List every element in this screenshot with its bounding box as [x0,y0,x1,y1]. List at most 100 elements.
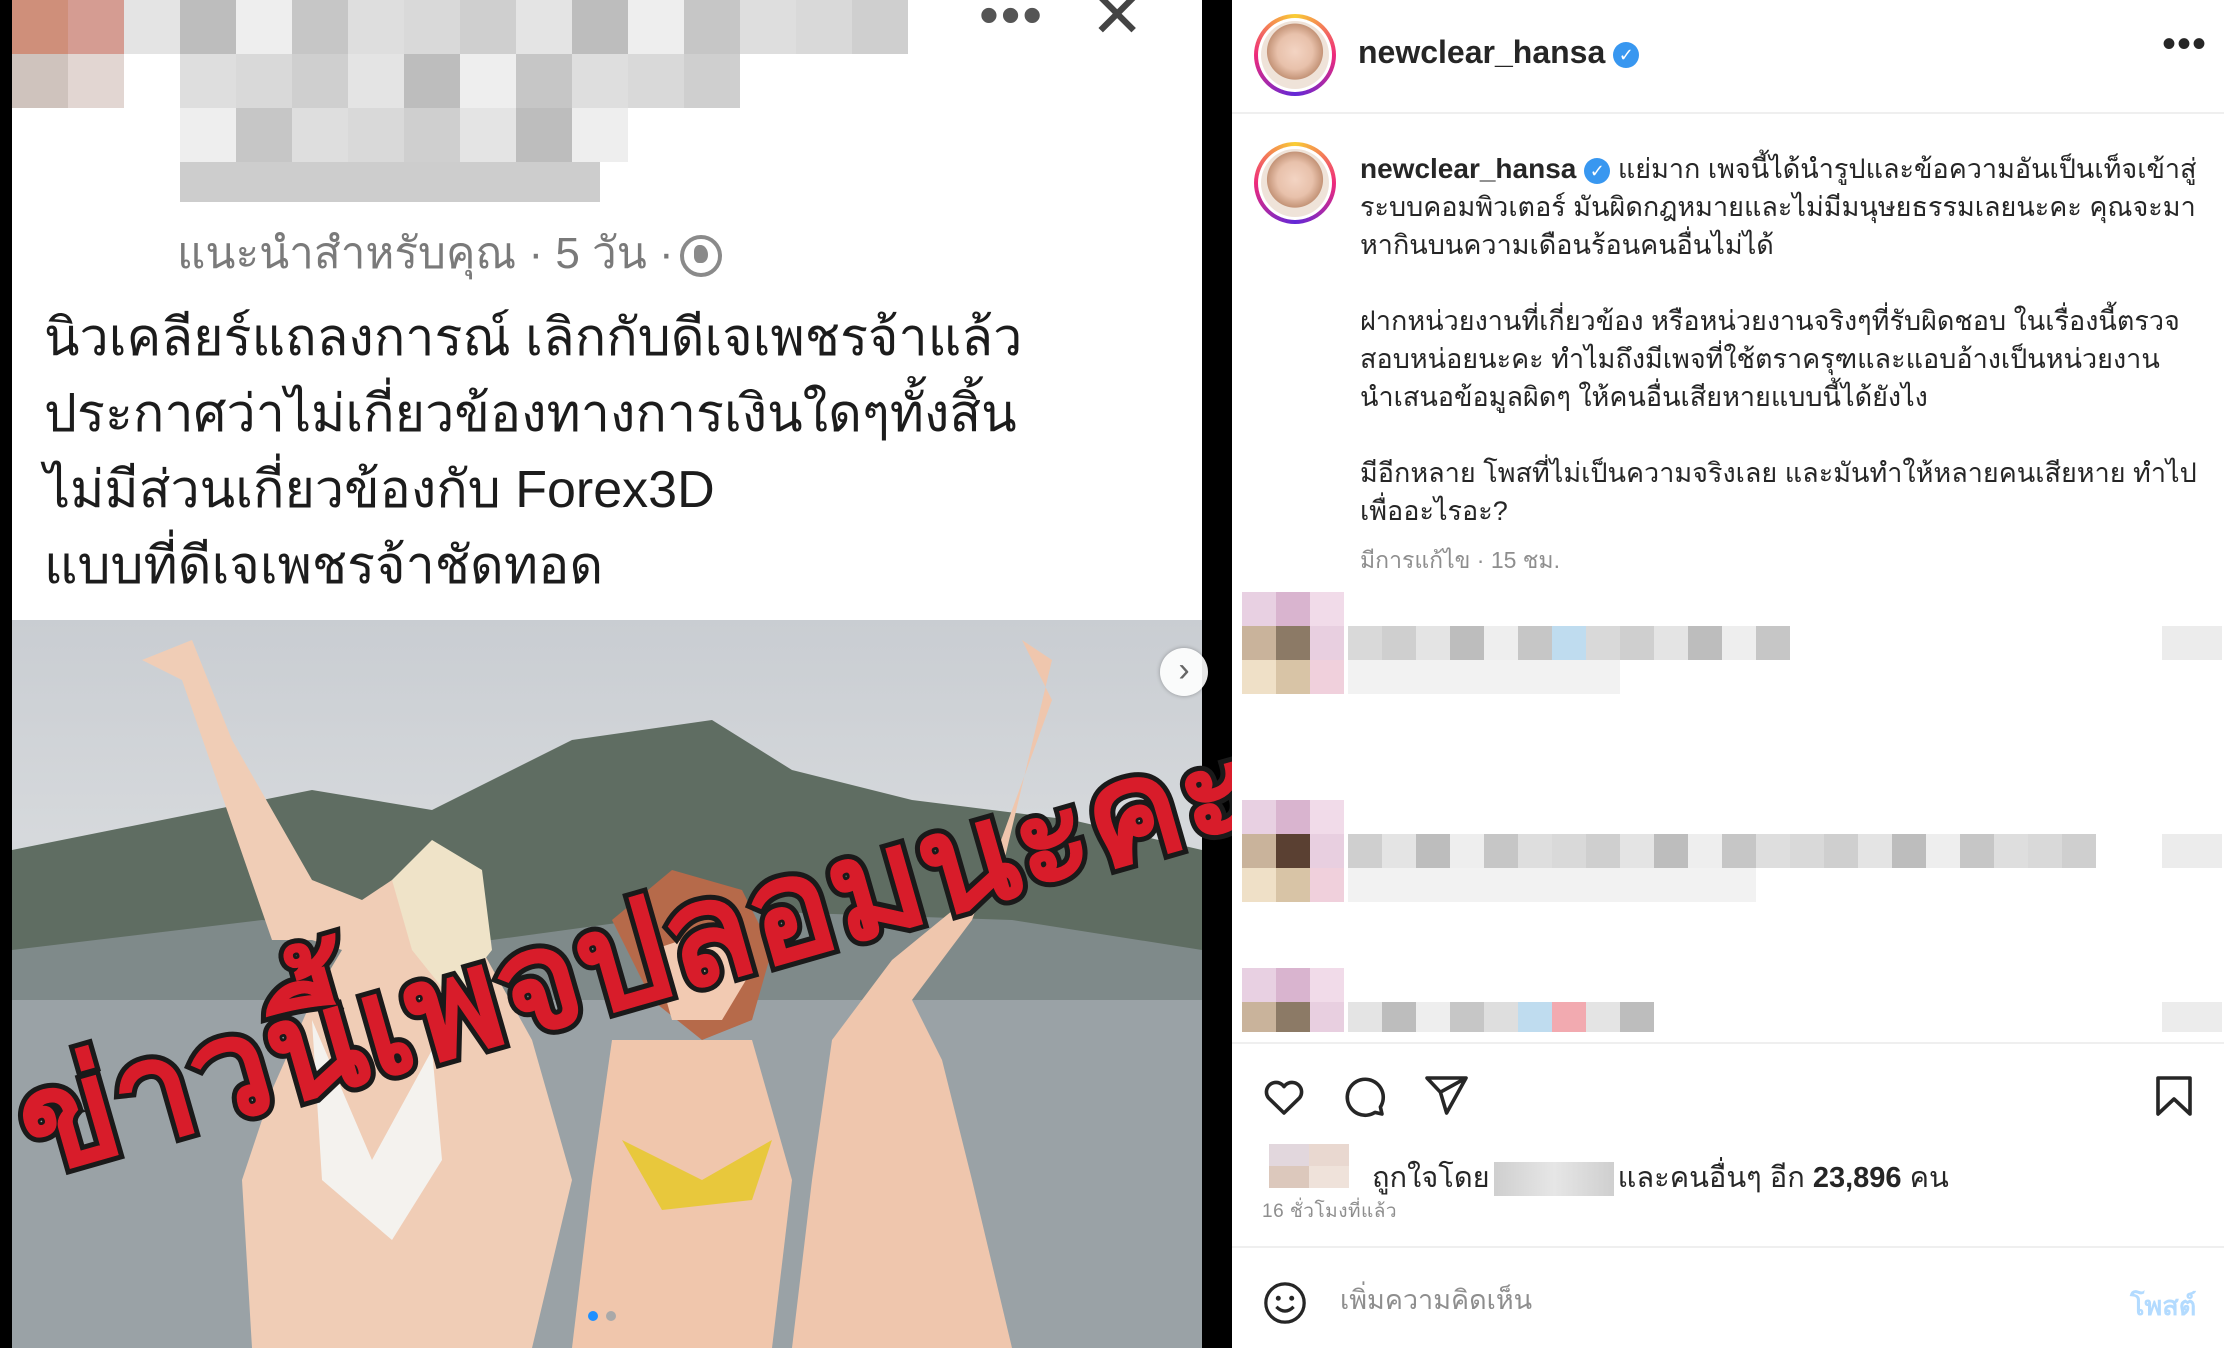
pixel-block [1450,626,1484,660]
pixel-block [1518,660,1552,694]
likes-prefix: ถูกใจโดย [1372,1162,1490,1194]
pixel-block [1688,626,1722,660]
pixel-block [684,54,740,108]
pixel-block [404,54,460,108]
pixel-block [1310,1002,1344,1032]
author-avatar[interactable] [1254,14,1336,96]
pixel-block [1824,834,1858,868]
pixel-block [1586,1002,1620,1032]
pixel-block [1756,626,1790,660]
carousel-dot-active [588,1311,598,1321]
pixel-block [1269,1144,1309,1166]
headline-line: ไม่มีส่วนเกี่ยวข้องกับ Forex3D [44,461,715,519]
pixel-block [628,54,684,108]
pixel-block [12,0,68,54]
pixel-block [1552,660,1586,694]
author-username-text[interactable]: newclear_hansa [1358,34,1605,70]
pixel-block [1276,800,1310,834]
headline-line: ประกาศว่าไม่เกี่ยวข้องทางการเงินใดๆทั้งส… [44,385,1017,443]
pixel-block [1586,660,1620,694]
pixel-block [1926,834,1960,868]
pixel-block [1416,834,1450,868]
pixel-block [348,54,404,108]
pixel-block [236,108,292,162]
author-username[interactable]: newclear_hansa ✓ [1358,34,1640,71]
likes-middle: และคนอื่นๆ อีก [1617,1162,1805,1194]
carousel-next-button[interactable]: › [1160,648,1208,696]
pixel-block [1382,1002,1416,1032]
post-comment-button[interactable]: โพสต์ [2130,1284,2196,1327]
comment-input[interactable] [1340,1278,2040,1322]
post-sidebar: newclear_hansa ✓ ••• newclear_hansa ✓ แย่ม… [1232,0,2224,1348]
pixel-block [628,0,684,54]
pixel-block [460,108,516,162]
pixel-block [572,108,628,162]
pixel-block [404,0,460,54]
pixel-block [460,0,516,54]
blurred-comments [1242,592,2222,1032]
heart-icon[interactable] [1260,1072,1308,1120]
pixel-block [684,0,740,54]
pixel-block [1242,1002,1276,1032]
pixel-block [1484,660,1518,694]
likes-summary[interactable]: ถูกใจโดย และคนอื่นๆ อีก 23,896 คน [1372,1154,1949,1200]
pixel-block [1382,868,1416,902]
pixel-block [1416,1002,1450,1032]
pixel-block [292,54,348,108]
pixel-block [1722,868,1756,902]
pixel-block [1348,660,1382,694]
bookmark-icon[interactable] [2150,1072,2198,1120]
pixel-block [1484,834,1518,868]
pixel-block [2028,834,2062,868]
pixel-block [1450,834,1484,868]
pixel-block [1620,834,1654,868]
post-meta: แนะนำสำหรับคุณ · 5 วัน · [177,218,722,288]
pixel-block [1620,626,1654,660]
pixel-block [1348,834,1382,868]
pixel-block [460,54,516,108]
pixel-block [1276,968,1310,1002]
comment-icon[interactable] [1340,1072,1388,1120]
caption-username[interactable]: newclear_hansa [1360,153,1576,184]
pixel-block [1892,834,1926,868]
pixel-block [1994,834,2028,868]
pixel-block [1309,1144,1349,1166]
pixel-block [236,54,292,108]
pixel-block [180,54,236,108]
likes-count: 23,896 [1812,1162,1902,1194]
post-media: ••• ✕ แนะนำสำหรับคุณ · 5 วัน · นิวเคลียร… [0,0,1232,1348]
globe-icon [679,235,722,278]
post-header: newclear_hansa ✓ ••• [1232,0,2224,114]
close-icon: ✕ [1090,0,1144,51]
pixel-block [1310,592,1344,626]
pixel-block [1552,868,1586,902]
caption-author-avatar[interactable] [1254,142,1336,224]
pixel-block [1518,1002,1552,1032]
pixel-block [180,162,600,202]
pixel-block [1310,834,1344,868]
pixel-block [1242,834,1276,868]
share-icon[interactable] [1422,1072,1470,1120]
pixel-block [2162,834,2222,868]
pixel-block [1309,1166,1349,1188]
pixel-block [1276,868,1310,902]
pixel-block [1484,1002,1518,1032]
pixel-block [1620,1002,1654,1032]
pixel-block [1450,660,1484,694]
pixel-block [236,0,292,54]
more-options-icon[interactable]: ••• [2162,22,2207,67]
pixel-block [1276,592,1310,626]
pixel-block [796,0,852,54]
pixel-block [852,0,908,54]
pixel-block [1688,834,1722,868]
pixel-block [12,54,68,108]
pixel-block [1484,868,1518,902]
pixel-block [1416,660,1450,694]
emoji-icon[interactable] [1262,1280,1308,1326]
pixel-block [1484,626,1518,660]
pixel-block [1310,800,1344,834]
post-options-icon: ••• [979,0,1044,46]
pixel-block [1348,1002,1382,1032]
headline-line: นิวเคลียร์แถลงการณ์ เลิกกับดีเจเพชรจ้าแล… [44,309,1023,367]
pixel-block [180,108,236,162]
